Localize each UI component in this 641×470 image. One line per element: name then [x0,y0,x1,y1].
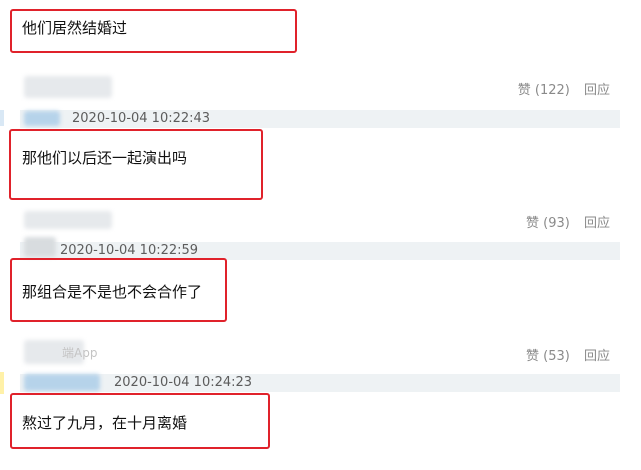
timestamp-4: 2020-10-04 10:24:23 [114,375,253,390]
reply-button[interactable]: 回应 [584,349,610,364]
comment-text-4: 熬过了九月，在十月离婚 [22,414,188,432]
reply-button[interactable]: 回应 [584,83,610,98]
actions-3: 赞 (93) 回应 [516,212,610,231]
actions-4: 赞 (53) 回应 [516,345,610,364]
left-accent-yellow [0,372,4,394]
blurred-avatar-3 [24,237,56,257]
comment-text-3: 那组合是不是也不会合作了 [22,283,203,301]
like-button[interactable]: 赞 (53) [526,349,570,364]
left-accent-blue [0,110,4,126]
comment-text-1: 他们居然结婚过 [22,19,128,37]
timestamp-2: 2020-10-04 10:22:43 [72,111,211,126]
time-bar-4 [20,374,620,392]
comment-text-2: 那他们以后还一起演出吗 [22,149,188,167]
reply-button[interactable]: 回应 [584,216,610,231]
blurred-avatar-4 [24,374,100,391]
like-button[interactable]: 赞 (93) [526,216,570,231]
blurred-avatar-2 [24,111,60,126]
comment-meta-3: 赞 (93) 回应 [20,212,620,232]
like-button[interactable]: 赞 (122) [518,83,570,98]
comment-meta-4: 赞 (53) 回应 [20,345,620,365]
actions-2: 赞 (122) 回应 [508,79,610,98]
comment-meta-2: 赞 (122) 回应 [20,79,620,99]
